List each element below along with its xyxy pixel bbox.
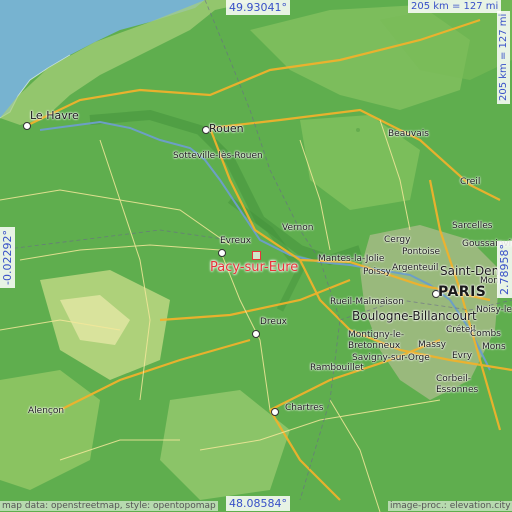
place-label[interactable]: Combs: [470, 330, 501, 339]
coord-right: 2.78958°: [497, 241, 512, 298]
place-label[interactable]: Massy: [418, 341, 446, 350]
highlight-place-label[interactable]: Pacy-sur-Eure: [210, 261, 298, 274]
scale-top: 205 km = 127 mi: [408, 0, 502, 13]
place-label[interactable]: Pontoise: [402, 248, 440, 257]
scale-side: 205 km = 127 mi: [497, 10, 510, 104]
marker-evreux[interactable]: [218, 249, 226, 257]
place-label[interactable]: Sotteville-lès-Rouen: [173, 152, 263, 161]
place-label[interactable]: Boulogne-Billancourt: [352, 310, 477, 322]
place-label[interactable]: Noisy-le: [476, 306, 512, 315]
place-label[interactable]: Mantes-la-Jolie: [318, 255, 384, 264]
place-label[interactable]: Alençon: [28, 407, 64, 416]
place-label[interactable]: Cergy: [384, 236, 410, 245]
place-label[interactable]: Savigny-sur-Orge: [352, 353, 432, 364]
place-label[interactable]: Montigny-le-Bretonneux: [348, 330, 418, 353]
marker-dreux[interactable]: [252, 330, 260, 338]
place-label[interactable]: Sarcelles: [452, 222, 492, 231]
place-label[interactable]: Corbeil-Essonnes: [436, 374, 496, 397]
capital-label[interactable]: PARIS: [438, 285, 486, 299]
place-label[interactable]: Poissy: [363, 268, 391, 277]
place-label[interactable]: Dreux: [260, 318, 287, 327]
place-label[interactable]: Chartres: [285, 404, 323, 413]
map[interactable]: Le Havre Rouen Sotteville-lès-Rouen Beau…: [0, 0, 512, 512]
place-label[interactable]: Vernon: [282, 224, 313, 233]
marker-chartres[interactable]: [271, 408, 279, 416]
coord-bottom: 48.08584°: [226, 496, 290, 511]
attribution-right: image-proc.: elevation.city: [388, 501, 512, 511]
place-label[interactable]: Mons: [482, 343, 506, 352]
coord-left: -0.02292°: [0, 227, 15, 288]
place-label[interactable]: Beauvais: [388, 130, 429, 139]
marker-pacy-sur-eure[interactable]: [252, 251, 261, 260]
place-label[interactable]: Rueil-Malmaison: [330, 298, 404, 307]
place-label[interactable]: Creil: [460, 178, 480, 187]
coord-top: 49.93041°: [226, 0, 290, 15]
place-label[interactable]: Evry: [452, 352, 472, 361]
place-label[interactable]: Rambouillet: [310, 364, 364, 373]
place-label[interactable]: Argenteuil: [392, 264, 438, 273]
marker-le-havre[interactable]: [23, 122, 31, 130]
attribution-left: map data: openstreetmap, style: opentopo…: [0, 501, 218, 511]
place-label[interactable]: Evreux: [220, 237, 251, 246]
place-label[interactable]: Rouen: [209, 123, 244, 134]
place-label[interactable]: Le Havre: [30, 110, 79, 121]
